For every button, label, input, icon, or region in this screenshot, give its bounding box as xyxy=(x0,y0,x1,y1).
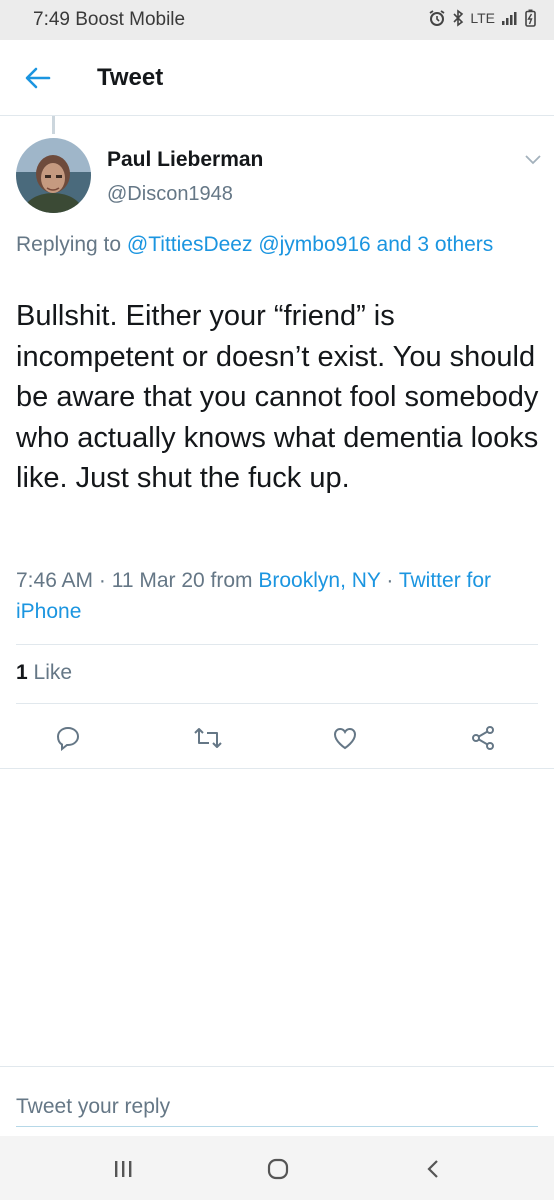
alarm-icon xyxy=(428,9,446,27)
thread-connector xyxy=(52,116,55,134)
mention-link[interactable]: @jymbo916 xyxy=(258,233,370,256)
reply-icon xyxy=(56,726,80,751)
tweet-menu-button[interactable] xyxy=(522,148,544,170)
status-time-carrier: 7:49 Boost Mobile xyxy=(33,9,186,30)
author-handle[interactable]: @Discon1948 xyxy=(107,183,233,206)
battery-icon xyxy=(525,9,536,27)
network-label: LTE xyxy=(470,10,495,26)
tweet-actions xyxy=(0,718,554,758)
divider xyxy=(16,703,538,704)
tweet-meta: 7:46 AM · 11 Mar 20 from Brooklyn, NY · … xyxy=(16,565,536,627)
reply-button[interactable] xyxy=(48,718,88,758)
tweet-timestamp: 7:46 AM · 11 Mar 20 from xyxy=(16,569,259,592)
share-button[interactable] xyxy=(463,718,503,758)
like-button[interactable] xyxy=(325,718,365,758)
likes-count[interactable]: 1 Like xyxy=(16,661,72,685)
bluetooth-icon xyxy=(452,9,464,27)
chevron-down-icon xyxy=(525,155,541,165)
share-icon xyxy=(472,726,494,750)
app-header: Tweet xyxy=(0,40,554,116)
arrow-left-icon xyxy=(25,67,51,89)
retweet-icon xyxy=(194,728,222,748)
divider xyxy=(16,644,538,645)
retweet-button[interactable] xyxy=(188,718,228,758)
signal-icon xyxy=(501,10,519,26)
like-icon xyxy=(333,727,357,750)
chevron-left-icon xyxy=(427,1160,438,1178)
home-button[interactable] xyxy=(258,1154,298,1184)
page-title: Tweet xyxy=(97,64,164,91)
others-link[interactable]: and 3 others xyxy=(377,233,494,256)
divider xyxy=(0,768,554,769)
replying-prefix: Replying to xyxy=(16,233,127,256)
mention-link[interactable]: @TittiesDeez xyxy=(127,233,253,256)
reply-input[interactable] xyxy=(16,1087,538,1127)
tweet-text: Bullshit. Either your “friend” is incomp… xyxy=(16,300,539,494)
status-icons: LTE xyxy=(428,9,536,27)
author-name[interactable]: Paul Lieberman xyxy=(107,148,263,172)
system-nav-bar xyxy=(0,1136,554,1200)
source-separator: · xyxy=(380,569,399,592)
like-count-value: 1 xyxy=(16,661,28,684)
like-count-label: Like xyxy=(27,661,73,684)
back-nav-button[interactable] xyxy=(413,1154,453,1184)
location-link[interactable]: Brooklyn, NY xyxy=(258,569,380,592)
reply-bar xyxy=(0,1066,554,1136)
avatar[interactable] xyxy=(16,138,91,213)
recents-button[interactable] xyxy=(103,1154,143,1184)
replying-to: Replying to @TittiesDeez @jymbo916 and 3… xyxy=(16,229,536,260)
status-bar: 7:49 Boost Mobile LTE xyxy=(0,0,554,40)
home-icon xyxy=(267,1158,289,1180)
recents-icon xyxy=(115,1161,132,1177)
back-button[interactable] xyxy=(20,60,56,96)
